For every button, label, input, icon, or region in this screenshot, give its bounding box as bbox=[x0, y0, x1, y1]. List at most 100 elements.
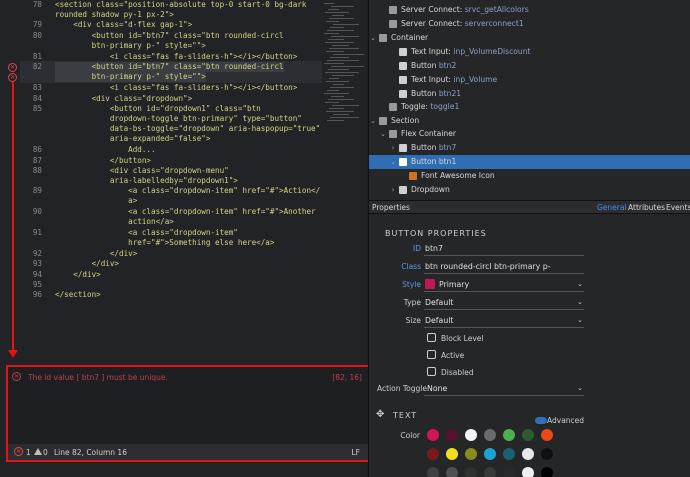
minimap-line bbox=[324, 93, 349, 94]
element-icon bbox=[399, 158, 407, 166]
size-select[interactable]: Default bbox=[425, 316, 454, 325]
color-swatch[interactable] bbox=[503, 448, 515, 460]
color-swatch[interactable] bbox=[503, 467, 515, 477]
type-select[interactable]: Default bbox=[425, 298, 454, 307]
tree-item[interactable]: Toggle: toggle1 bbox=[369, 100, 690, 114]
tree-item-id: srvc_getAllcolors bbox=[462, 5, 529, 14]
tab-attributes[interactable]: Attributes bbox=[628, 203, 665, 212]
color-swatch[interactable] bbox=[484, 429, 496, 441]
color-swatch[interactable] bbox=[427, 429, 439, 441]
element-icon bbox=[399, 76, 407, 84]
color-swatch[interactable] bbox=[465, 448, 477, 460]
line-ending[interactable]: LF bbox=[352, 448, 361, 457]
minimap-line bbox=[332, 75, 354, 76]
move-icon[interactable]: ✥ bbox=[376, 409, 384, 420]
tab-events[interactable]: Events bbox=[666, 203, 690, 212]
size-row[interactable]: Size Default ⌄ bbox=[369, 313, 690, 329]
disabled-checkbox[interactable] bbox=[427, 367, 436, 376]
action-toggle-select[interactable]: None bbox=[427, 384, 447, 393]
color-swatch[interactable] bbox=[446, 429, 458, 441]
tree-item[interactable]: Server Connect: serverconnect1 bbox=[369, 17, 690, 31]
minimap-line bbox=[330, 117, 359, 118]
color-swatch[interactable] bbox=[541, 448, 553, 460]
advanced-toggle[interactable] bbox=[535, 417, 547, 424]
color-swatch[interactable] bbox=[503, 429, 515, 441]
action-toggle-row[interactable]: Action Toggle None ⌄ bbox=[369, 381, 690, 397]
active-checkbox[interactable] bbox=[427, 350, 436, 359]
tree-item[interactable]: Text Input: inp_VolumeDiscount bbox=[369, 45, 690, 59]
type-row[interactable]: Type Default ⌄ bbox=[369, 295, 690, 311]
color-swatch[interactable] bbox=[522, 448, 534, 460]
tree-item-type: Button btn1 bbox=[411, 157, 457, 166]
tab-general[interactable]: General bbox=[597, 203, 627, 212]
tree-item[interactable]: Server Connect: srvc_getAllcolors bbox=[369, 3, 690, 17]
tree-item-type: Container bbox=[391, 33, 429, 42]
structure-tree: Server Connect: srvc_getAllcolors Server … bbox=[369, 0, 690, 200]
chevron-down-icon[interactable]: ⌄ bbox=[577, 316, 583, 324]
class-field[interactable]: btn rounded-circl btn-primary p- bbox=[425, 262, 551, 271]
chevron-down-icon[interactable]: ⌄ bbox=[577, 384, 583, 392]
tree-item[interactable]: ⌄ Container bbox=[369, 31, 690, 45]
chevron-down-icon[interactable]: ⌄ bbox=[369, 114, 377, 128]
color-swatch[interactable] bbox=[446, 448, 458, 460]
error-icon[interactable]: ✕ bbox=[8, 73, 17, 82]
underline bbox=[424, 255, 584, 256]
tree-item[interactable]: Font Awesome Icon bbox=[369, 169, 690, 183]
line-text: dropdown-toggle btn-primary" type="butto… bbox=[55, 114, 302, 123]
chevron-down-icon[interactable]: ⌄ bbox=[389, 155, 397, 169]
color-swatch[interactable] bbox=[446, 467, 458, 477]
color-swatch[interactable] bbox=[427, 448, 439, 460]
line-text: </button> bbox=[55, 156, 152, 165]
color-swatch[interactable] bbox=[522, 429, 534, 441]
warning-icon[interactable] bbox=[34, 448, 42, 455]
tree-item[interactable]: Text Input: inp_Volume bbox=[369, 73, 690, 87]
chevron-down-icon[interactable]: ⌄ bbox=[577, 280, 583, 288]
minimap-line bbox=[332, 105, 359, 106]
chevron-down-icon[interactable]: ⌄ bbox=[577, 298, 583, 306]
chevron-down-icon[interactable]: ⌄ bbox=[379, 127, 387, 141]
warning-count[interactable]: 0 bbox=[43, 448, 48, 457]
line-number: 93 bbox=[32, 259, 42, 268]
chevron-right-icon[interactable]: › bbox=[389, 141, 397, 155]
tree-item[interactable]: ⌄ Section bbox=[369, 114, 690, 128]
tree-item[interactable]: ⌄ Flex Container bbox=[369, 127, 690, 141]
tree-item[interactable]: › Button btn7 bbox=[369, 141, 690, 155]
tree-item[interactable]: Button btn2 bbox=[369, 59, 690, 73]
properties-header: Properties General Attributes Events bbox=[369, 200, 690, 214]
color-swatch[interactable] bbox=[465, 429, 477, 441]
element-icon bbox=[389, 6, 397, 14]
color-swatch[interactable] bbox=[541, 467, 553, 477]
style-label: Style bbox=[402, 280, 421, 289]
id-field[interactable]: btn7 bbox=[425, 244, 443, 253]
color-swatch[interactable] bbox=[484, 448, 496, 460]
line-text: <button id="btn7" class="btn rounded-cir… bbox=[55, 62, 284, 72]
tree-item-type: Button bbox=[411, 61, 437, 70]
color-swatch[interactable] bbox=[427, 467, 439, 477]
color-swatch[interactable] bbox=[484, 467, 496, 477]
chevron-right-icon[interactable]: › bbox=[389, 183, 397, 197]
status-bar: ✕ 1 0 Line 82, Column 16 LF bbox=[8, 444, 368, 460]
line-text: </div> bbox=[55, 249, 138, 258]
tree-item-label: Button btn1 bbox=[411, 155, 456, 169]
color-swatch[interactable] bbox=[522, 467, 534, 477]
tree-item[interactable]: › Dropdown bbox=[369, 183, 690, 197]
code-area[interactable]: 78 <section class="position-absolute top-… bbox=[20, 0, 320, 300]
line-text: <div class="dropdown-menu" bbox=[55, 166, 229, 175]
block-level-checkbox[interactable] bbox=[427, 333, 436, 342]
error-count-icon[interactable]: ✕ bbox=[14, 447, 23, 456]
line-text: </div> bbox=[55, 270, 101, 279]
tree-item[interactable]: ⌄ Button btn1 bbox=[369, 155, 690, 169]
color-swatch[interactable] bbox=[465, 467, 477, 477]
error-icon: ✕ bbox=[12, 372, 21, 381]
minimap-line bbox=[329, 18, 354, 19]
chevron-down-icon[interactable]: ⌄ bbox=[369, 31, 377, 45]
style-row[interactable]: Style Primary ⌄ bbox=[369, 277, 690, 293]
tree-item-id: toggle1 bbox=[427, 102, 460, 111]
tree-item[interactable]: Button btn21 bbox=[369, 87, 690, 101]
error-row[interactable]: ✕ The id value [ btn7 ] must be unique. … bbox=[12, 371, 364, 385]
error-count[interactable]: 1 bbox=[26, 448, 31, 457]
minimap[interactable] bbox=[320, 0, 367, 135]
error-icon[interactable]: ✕ bbox=[8, 63, 17, 72]
color-swatch[interactable] bbox=[541, 429, 553, 441]
style-select[interactable]: Primary bbox=[439, 280, 469, 289]
